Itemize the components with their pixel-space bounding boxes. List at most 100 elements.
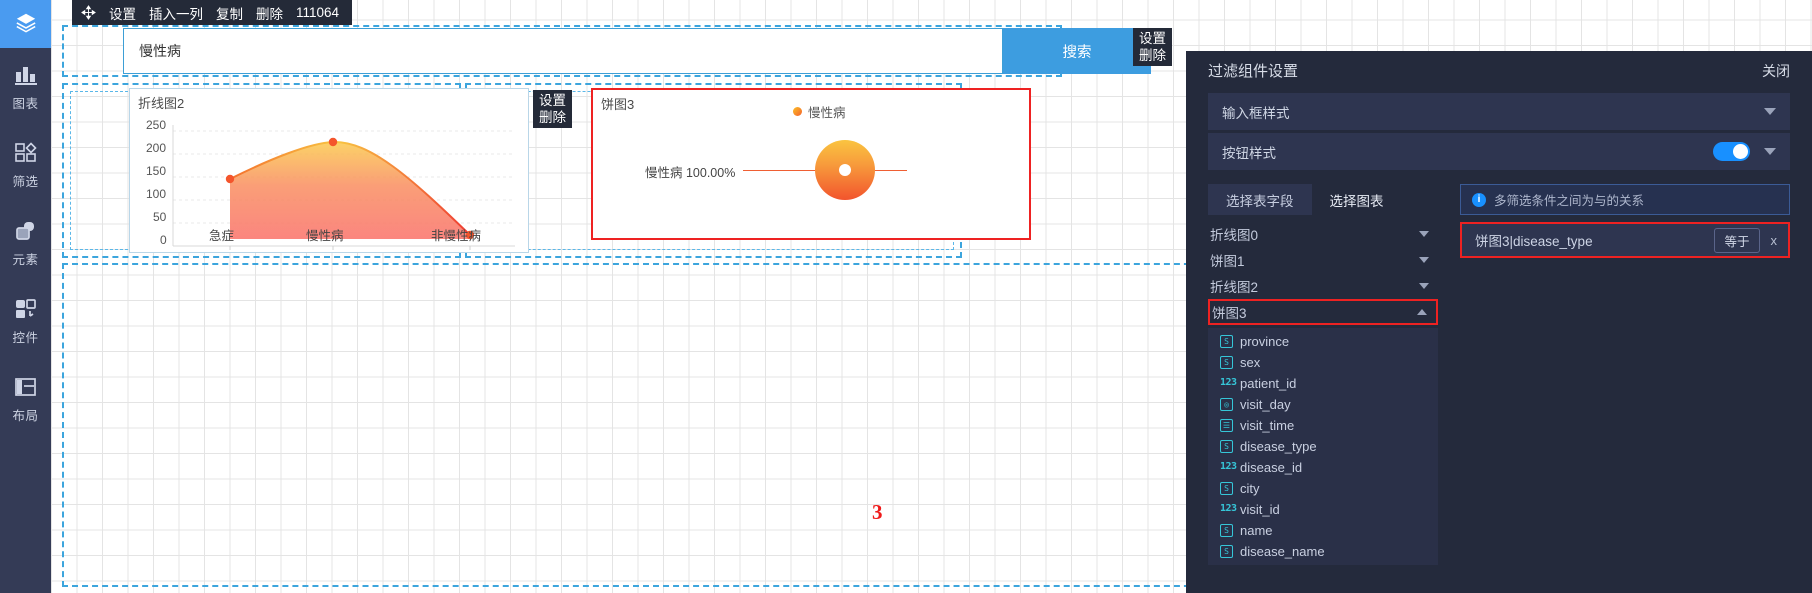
number-type-icon: 123 — [1220, 461, 1237, 472]
settings-panel-header: 过滤组件设置 关闭 — [1186, 51, 1812, 90]
linechart-context-menu[interactable]: 设置 删除 — [533, 90, 572, 128]
field-row[interactable]: S disease_name — [1208, 541, 1438, 562]
pie-chart-widget[interactable]: 饼图3 慢性病 慢性病 100.00% — [591, 88, 1031, 240]
search-button[interactable]: 搜索 — [1003, 28, 1151, 74]
field-row[interactable]: 123 visit_id — [1208, 499, 1438, 520]
field-row[interactable]: S sex — [1208, 352, 1438, 373]
pie-donut-slice — [815, 140, 875, 200]
field-row[interactable]: S province — [1208, 331, 1438, 352]
x-tick-1: 慢性病 — [306, 229, 344, 243]
layers-icon — [15, 11, 37, 38]
chart-item-line0[interactable]: 折线图0 — [1208, 221, 1438, 247]
field-name: name — [1240, 523, 1273, 538]
pie-leader-line-left — [743, 170, 815, 171]
string-type-icon: S — [1220, 335, 1233, 348]
search-widget[interactable]: 慢性病 搜索 — [123, 28, 1151, 74]
search-input[interactable]: 慢性病 — [123, 28, 1003, 74]
toolbar-copy[interactable]: 复制 — [216, 3, 243, 23]
field-name: disease_type — [1240, 439, 1317, 454]
x-tick-0: 急症 — [209, 229, 235, 243]
tab-select-chart[interactable]: 选择图表 — [1311, 184, 1402, 215]
filter-shapes-icon — [13, 141, 39, 167]
selection-tabs[interactable]: 选择表字段 选择图表 — [1208, 184, 1438, 215]
field-row[interactable]: ◎ visit_day — [1208, 394, 1438, 415]
chart-item-line2[interactable]: 折线图2 — [1208, 273, 1438, 299]
field-name: sex — [1240, 355, 1261, 370]
chart-item-pie3-label: 饼图3 — [1212, 306, 1247, 321]
linechart-menu-settings[interactable]: 设置 — [539, 92, 566, 109]
condition-remove-button[interactable]: x — [1769, 233, 1780, 248]
section-button-style[interactable]: 按钮样式 — [1208, 133, 1790, 170]
field-row[interactable]: 123 disease_id — [1208, 457, 1438, 478]
field-row[interactable]: ☰ visit_time — [1208, 415, 1438, 436]
chevron-down-icon[interactable] — [1764, 108, 1776, 115]
condition-list: 饼图3|disease_type 等于 x — [1460, 222, 1790, 258]
pie-leader-line-right — [875, 170, 907, 171]
string-type-icon: S — [1220, 524, 1233, 537]
condition-operator-select[interactable]: 等于 — [1714, 227, 1760, 253]
field-row[interactable]: 123 patient_id — [1208, 373, 1438, 394]
widget-icon — [13, 297, 39, 323]
section-input-style[interactable]: 输入框样式 — [1208, 93, 1790, 130]
sidebar-item-elements-label: 元素 — [12, 252, 39, 267]
sidebar-item-widgets-label: 控件 — [12, 330, 39, 345]
line-chart-widget[interactable]: 折线图2 250 200 150 100 50 0 急症 慢性病 非慢性病 — [129, 88, 529, 253]
sidebar-item-layout[interactable]: 布局 — [0, 360, 51, 438]
chevron-down-icon[interactable] — [1419, 231, 1429, 237]
chart-item-pie3[interactable]: 饼图3 — [1208, 299, 1438, 325]
chart-selection-column: 选择表字段 选择图表 折线图0 饼图1 折线图2 饼图3 S province … — [1208, 184, 1438, 565]
sidebar-item-layout-label: 布局 — [12, 408, 39, 423]
search-input-value: 慢性病 — [139, 43, 181, 59]
move-arrows-icon[interactable] — [81, 5, 96, 20]
search-context-menu[interactable]: 设置 删除 — [1133, 28, 1172, 66]
field-name: disease_name — [1240, 544, 1325, 559]
condition-row[interactable]: 饼图3|disease_type 等于 x — [1462, 224, 1788, 256]
y-tick-250: 250 — [146, 118, 167, 132]
filter-relation-notice: i 多筛选条件之间为与的关系 — [1460, 184, 1790, 215]
chevron-down-icon[interactable] — [1419, 257, 1429, 263]
list-type-icon: ☰ — [1220, 419, 1233, 432]
toolbar-settings[interactable]: 设置 — [109, 3, 136, 23]
widget-toolbar[interactable]: 设置 插入一列 复制 删除 111064 — [72, 0, 353, 25]
section-button-style-label: 按钮样式 — [1222, 145, 1276, 161]
left-sidebar: 图表 筛选 元素 控件 布局 — [0, 0, 51, 593]
button-style-toggle[interactable] — [1713, 142, 1750, 161]
info-icon: i — [1472, 192, 1486, 207]
string-type-icon: S — [1220, 440, 1233, 453]
sidebar-item-elements[interactable]: 元素 — [0, 204, 51, 282]
close-panel-button[interactable]: 关闭 — [1762, 61, 1790, 81]
settings-panel-title: 过滤组件设置 — [1208, 63, 1299, 80]
linechart-menu-delete[interactable]: 删除 — [539, 109, 566, 126]
chart-item-pie1[interactable]: 饼图1 — [1208, 247, 1438, 273]
sidebar-item-widgets[interactable]: 控件 — [0, 282, 51, 360]
toolbar-delete[interactable]: 删除 — [256, 3, 283, 23]
field-name: visit_day — [1240, 397, 1291, 412]
search-menu-delete[interactable]: 删除 — [1139, 47, 1166, 64]
search-menu-settings[interactable]: 设置 — [1139, 30, 1166, 47]
tab-select-table-fields[interactable]: 选择表字段 — [1208, 184, 1312, 215]
string-type-icon: S — [1220, 482, 1233, 495]
condition-field-label: 饼图3|disease_type — [1475, 234, 1593, 249]
field-row[interactable]: S city — [1208, 478, 1438, 499]
pie-chart-legend[interactable]: 慢性病 — [793, 102, 846, 121]
sidebar-item-charts[interactable]: 图表 — [0, 48, 51, 126]
field-name: visit_time — [1240, 418, 1295, 433]
y-tick-0: 0 — [160, 233, 167, 247]
chart-item-line0-label: 折线图0 — [1210, 228, 1259, 243]
chart-item-line2-label: 折线图2 — [1210, 280, 1259, 295]
chart-list: 折线图0 饼图1 折线图2 饼图3 — [1208, 221, 1438, 325]
field-name: patient_id — [1240, 376, 1297, 391]
toolbar-insert-column[interactable]: 插入一列 — [149, 3, 203, 23]
line-chart-title: 折线图2 — [138, 96, 185, 111]
field-row[interactable]: S name — [1208, 520, 1438, 541]
sidebar-item-filter[interactable]: 筛选 — [0, 126, 51, 204]
field-name: city — [1240, 481, 1260, 496]
sidebar-logo-button[interactable] — [0, 0, 51, 48]
field-list: S province S sex 123 patient_id ◎ visit_… — [1208, 328, 1438, 565]
y-tick-200: 200 — [146, 141, 167, 155]
filter-relation-notice-text: 多筛选条件之间为与的关系 — [1494, 194, 1645, 208]
chevron-up-icon[interactable] — [1417, 309, 1427, 315]
chevron-down-icon[interactable] — [1419, 283, 1429, 289]
field-row[interactable]: S disease_type — [1208, 436, 1438, 457]
chevron-down-icon[interactable] — [1764, 148, 1776, 155]
